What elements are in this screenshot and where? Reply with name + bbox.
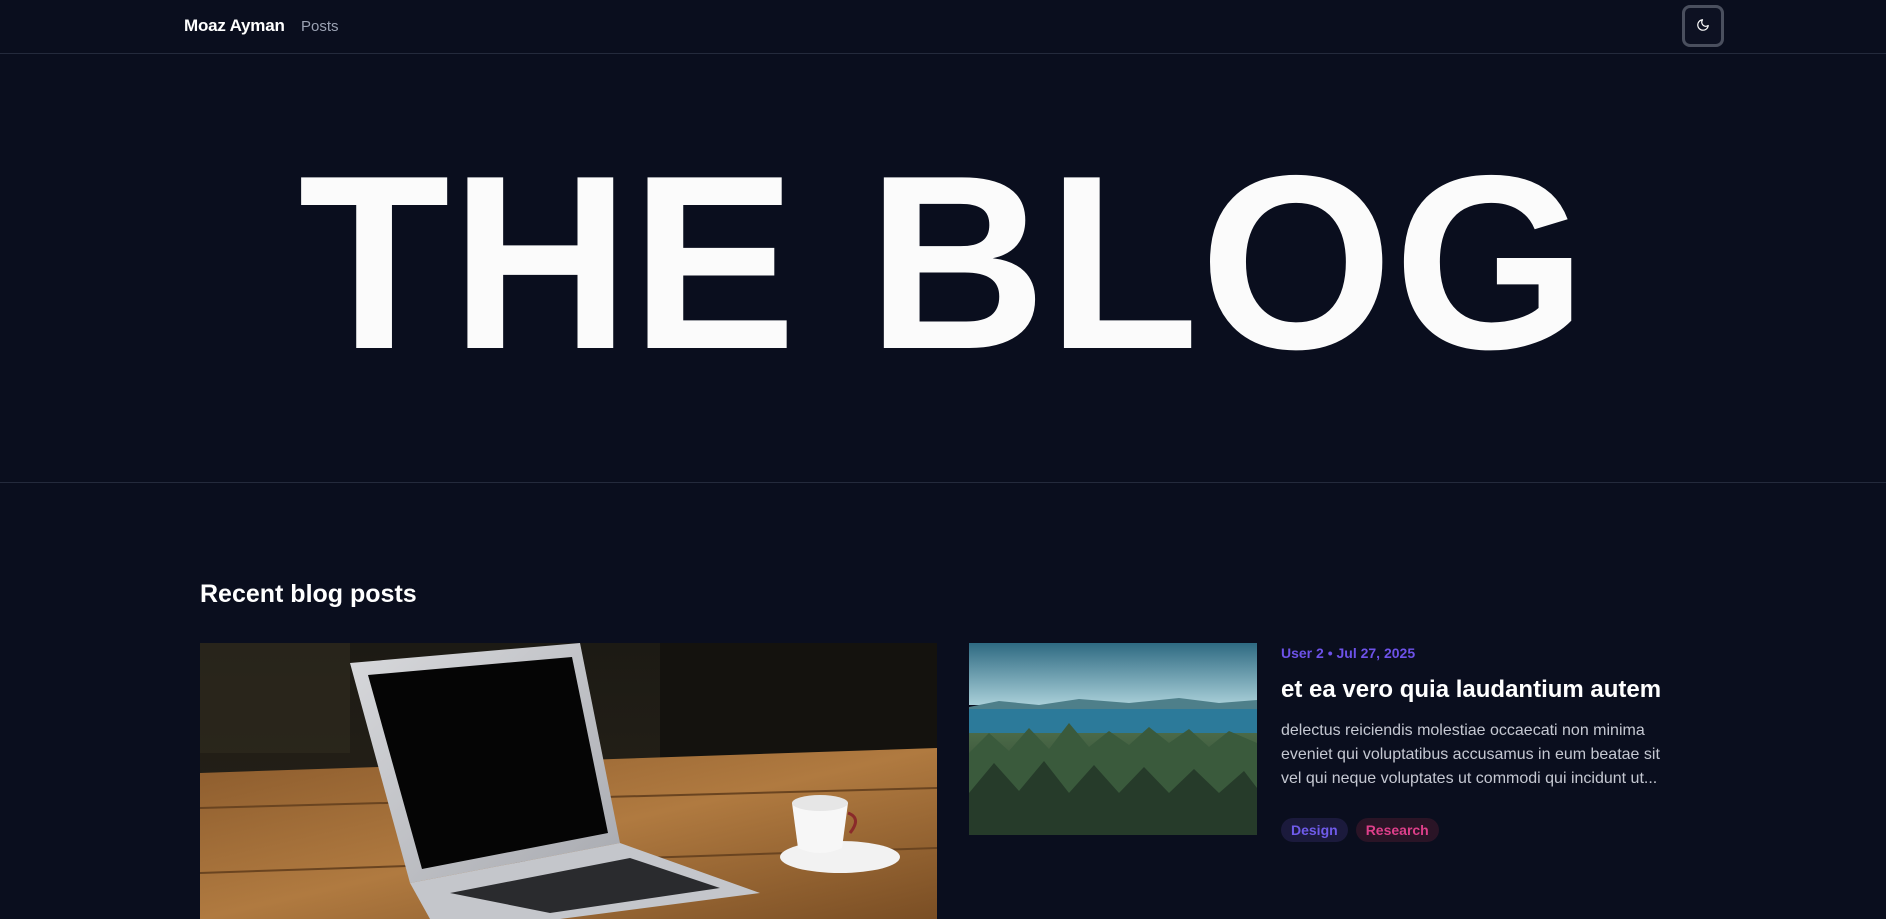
forest-lake-photo [969,643,1257,835]
post-tags: Design Research [1281,818,1439,842]
nav-link-posts[interactable]: Posts [301,18,339,35]
tag-design[interactable]: Design [1281,818,1348,842]
post-excerpt-line: vel qui neque voluptates ut commodi qui … [1281,770,1658,787]
post-meta: User 2 • Jul 27, 2025 [1281,645,1416,661]
post-excerpt: delectus reiciendis molestiae occaecati … [1281,719,1696,791]
theme-toggle-button[interactable] [1682,5,1724,47]
post-excerpt-line: delectus reiciendis molestiae occaecati … [1281,722,1645,739]
post-thumbnail[interactable] [969,643,1257,835]
featured-post-image[interactable] [200,643,937,919]
top-navbar: Moaz Ayman Posts [0,0,1886,54]
post-excerpt-line: eveniet qui voluptatibus accusamus in eu… [1281,746,1660,763]
post-title[interactable]: et ea vero quia laudantium autem [1281,676,1661,704]
laptop-coffee-photo [200,643,937,919]
recent-posts-heading: Recent blog posts [200,580,417,608]
post-card[interactable]: User 2 • Jul 27, 2025 et ea vero quia la… [969,643,1689,843]
hero-title: THE BLOG [298,123,1588,401]
hero-section: THE BLOG [0,54,1886,483]
brand-link[interactable]: Moaz Ayman [184,16,285,36]
moon-icon [1696,18,1710,35]
tag-research[interactable]: Research [1355,818,1439,842]
